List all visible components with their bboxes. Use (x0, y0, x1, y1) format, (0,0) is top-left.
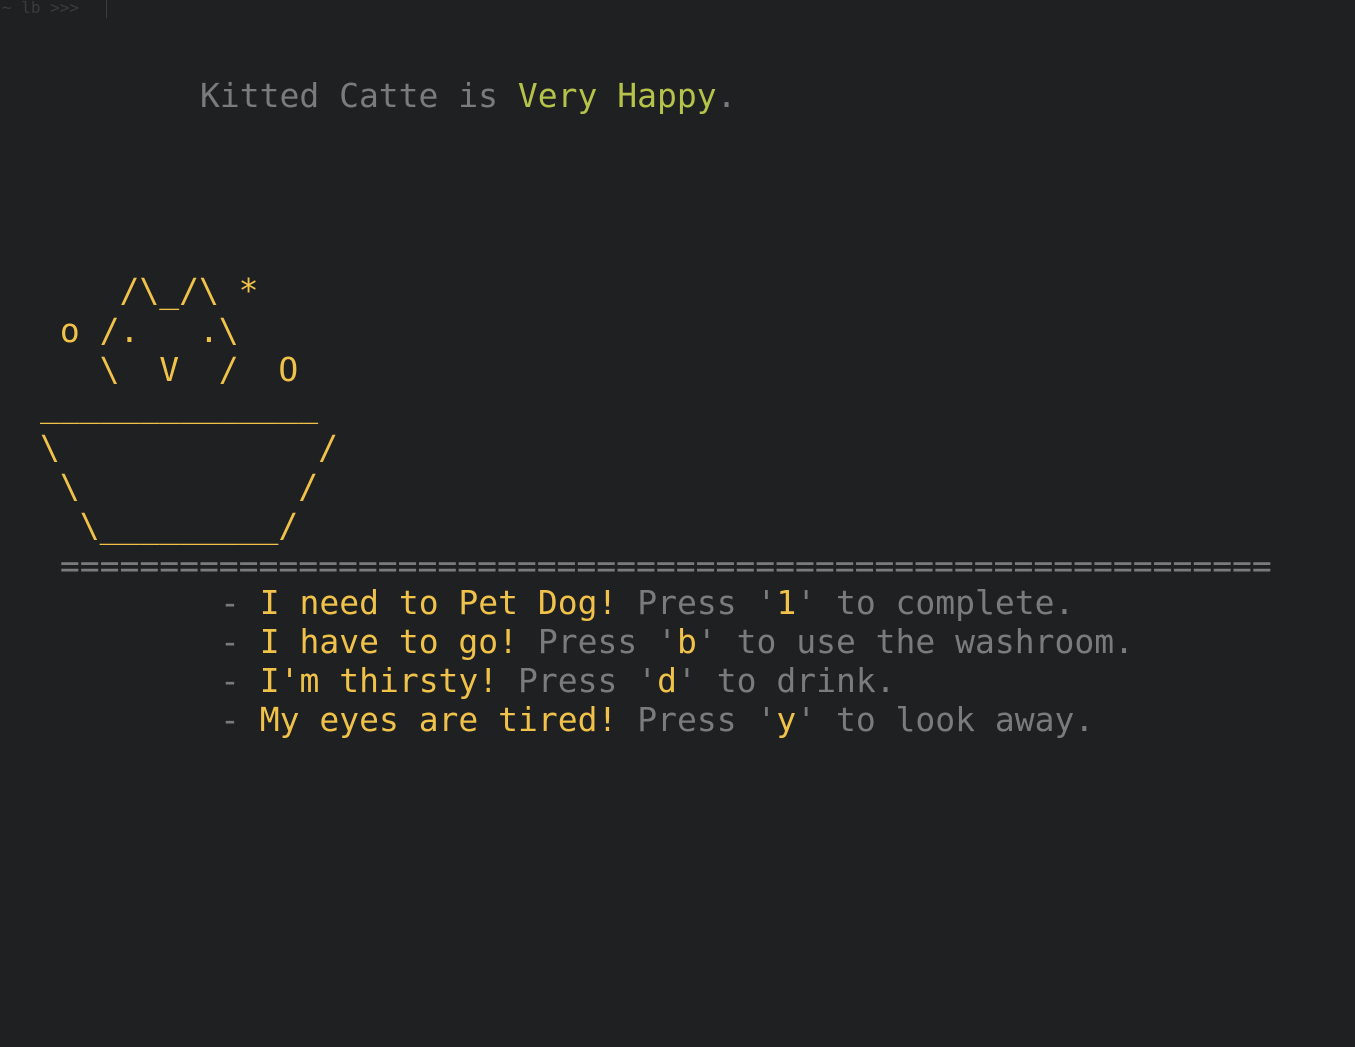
ascii-line: \ V / O (40, 350, 299, 389)
task-key: b (676, 622, 697, 661)
status-line: Kitted Catte is Very Happy. (200, 76, 736, 115)
task-dash: - (220, 661, 260, 700)
task-key: 1 (776, 583, 797, 622)
task-dash: - (220, 700, 260, 739)
task-need: My eyes are tired! (259, 700, 618, 739)
ascii-line: \ / (40, 428, 339, 467)
task-need: I have to go! (259, 622, 519, 661)
quote: ' (756, 700, 777, 739)
quote: ' (796, 700, 817, 739)
task-need: I need to Pet Dog! (259, 583, 618, 622)
quote: ' (677, 661, 697, 700)
task-action: to complete. (816, 583, 1075, 622)
task-press: Press (518, 622, 658, 661)
task-action: to look away. (816, 700, 1095, 739)
task-item: - I have to go! Press 'b' to use the was… (220, 622, 1134, 661)
ascii-line: \_________/ (40, 506, 299, 545)
task-item: - I'm thirsty! Press 'd' to drink. (220, 661, 896, 700)
task-press: Press (617, 700, 757, 739)
ascii-line: /\_/\ * (40, 271, 259, 310)
task-dash: - (220, 622, 260, 661)
quote: ' (756, 583, 777, 622)
task-action: to use the washroom. (716, 622, 1134, 661)
text-cursor (106, 0, 107, 18)
task-key: y (776, 700, 797, 739)
task-need: I'm thirsty! (259, 661, 499, 700)
pet-name: Kitted Catte (200, 76, 439, 115)
status-verb: is (458, 76, 499, 115)
ascii-line: o /. .\ (40, 311, 239, 350)
task-key: d (657, 661, 677, 700)
ascii-line: ______________ (40, 385, 319, 424)
task-press: Press (617, 583, 757, 622)
status-period: . (716, 76, 737, 115)
task-press: Press (498, 661, 638, 700)
separator-line: ========================================… (40, 546, 1272, 585)
task-action: to drink. (696, 661, 896, 700)
quote: ' (657, 622, 677, 661)
task-item: - My eyes are tired! Press 'y' to look a… (220, 700, 1094, 739)
task-dash: - (220, 583, 260, 622)
shell-prompt: ~ lb >>> (2, 0, 80, 17)
task-item: - I need to Pet Dog! Press '1' to comple… (220, 583, 1074, 622)
mood-value: Very Happy (517, 76, 717, 115)
ascii-line: \ / (40, 467, 319, 506)
quote: ' (796, 583, 817, 622)
quote: ' (696, 622, 717, 661)
quote: ' (637, 661, 658, 700)
